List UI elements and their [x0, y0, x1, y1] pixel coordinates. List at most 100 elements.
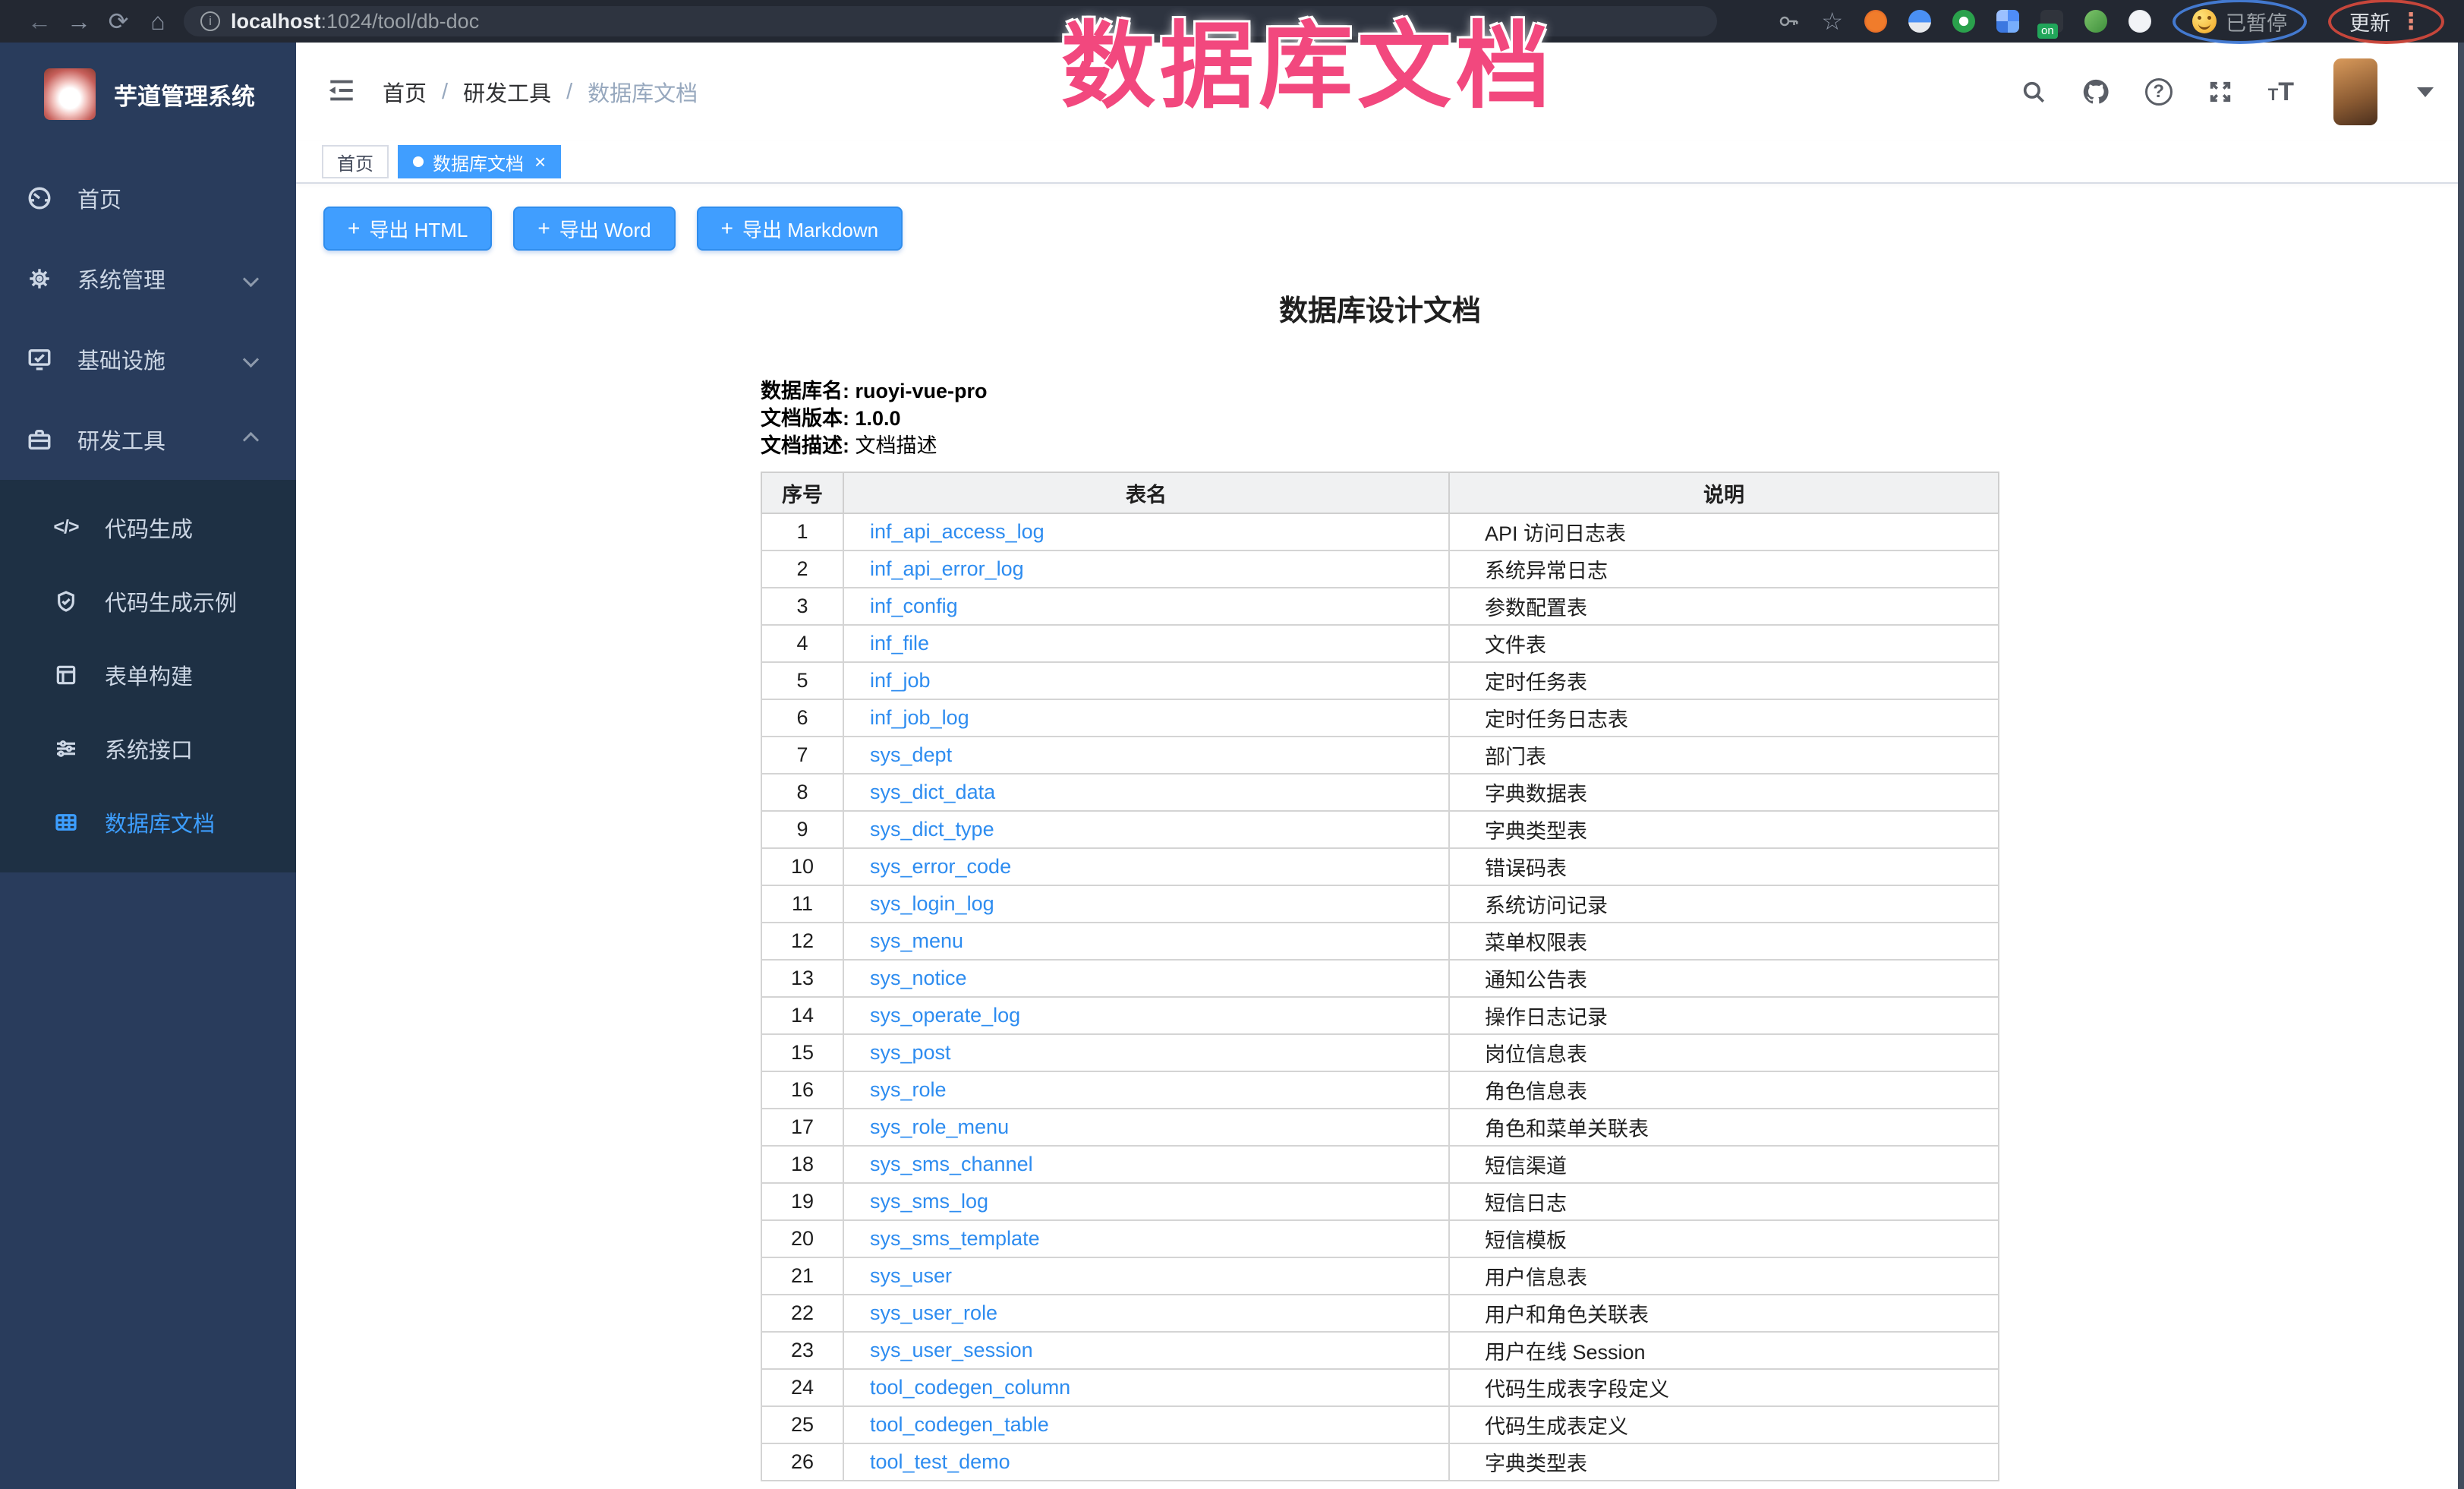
- extension-icon[interactable]: [1908, 10, 1931, 33]
- table-name-link[interactable]: tool_test_demo: [870, 1450, 1010, 1473]
- breadcrumb-home[interactable]: 首页: [383, 76, 427, 108]
- site-info-icon[interactable]: i: [200, 11, 220, 31]
- table-name-link[interactable]: tool_codegen_table: [870, 1413, 1049, 1436]
- table-name-link[interactable]: sys_role: [870, 1078, 947, 1101]
- export-html-button[interactable]: + 导出 HTML: [323, 207, 492, 251]
- table-row: 6 inf_job_log 定时任务日志表: [761, 699, 1999, 737]
- table-name-link[interactable]: sys_dict_type: [870, 818, 994, 841]
- extension-icon[interactable]: [1996, 10, 2019, 33]
- browser-forward-icon[interactable]: →: [59, 8, 99, 36]
- table-name-link[interactable]: sys_user_session: [870, 1339, 1033, 1361]
- profile-chip[interactable]: 已暂停: [2192, 7, 2287, 36]
- table-name-link[interactable]: sys_operate_log: [870, 1004, 1020, 1027]
- url-host: localhost: [231, 10, 321, 33]
- table-name-link[interactable]: sys_menu: [870, 929, 963, 952]
- table-row: 19 sys_sms_log 短信日志: [761, 1183, 1999, 1220]
- row-number: 10: [761, 848, 843, 885]
- browser-update-button[interactable]: 更新: [2349, 7, 2390, 36]
- table-desc: 短信模板: [1449, 1220, 1999, 1257]
- chevron-down-icon[interactable]: [2417, 87, 2434, 97]
- plus-icon: +: [721, 216, 733, 241]
- extension-icon[interactable]: on: [2040, 10, 2063, 33]
- table-name-link[interactable]: inf_job: [870, 669, 931, 692]
- browser-home-icon[interactable]: ⌂: [138, 8, 178, 36]
- sidebar-item-codegen-demo[interactable]: 代码生成示例: [0, 564, 296, 638]
- extension-icon[interactable]: [1864, 10, 1887, 33]
- plus-icon: +: [537, 216, 550, 241]
- github-icon[interactable]: [2081, 77, 2110, 106]
- export-word-button[interactable]: + 导出 Word: [513, 207, 675, 251]
- table-name-link[interactable]: inf_file: [870, 632, 929, 655]
- table-name-link[interactable]: inf_api_access_log: [870, 520, 1045, 543]
- sidebar-item-db-doc[interactable]: 数据库文档: [0, 785, 296, 859]
- table-name-link[interactable]: sys_user: [870, 1264, 952, 1287]
- table-name-link[interactable]: sys_post: [870, 1041, 951, 1064]
- key-icon[interactable]: [1777, 10, 1800, 33]
- tables-index-table: 序号 表名 说明 1 inf_api_access_log API 访问日志表: [761, 472, 1999, 1481]
- table-row: 24 tool_codegen_column 代码生成表字段定义: [761, 1369, 1999, 1406]
- tab-label: 数据库文档: [433, 149, 524, 175]
- sidebar-item-system[interactable]: 系统管理: [0, 238, 296, 319]
- table-row: 1 inf_api_access_log API 访问日志表: [761, 513, 1999, 550]
- export-markdown-button[interactable]: + 导出 Markdown: [697, 207, 903, 251]
- row-number: 13: [761, 960, 843, 997]
- tab-home[interactable]: 首页: [322, 145, 389, 178]
- text-size-icon[interactable]: TT: [2268, 77, 2294, 107]
- sidebar-item-home[interactable]: 首页: [0, 158, 296, 238]
- search-icon[interactable]: [2021, 79, 2047, 105]
- help-icon[interactable]: ?: [2145, 78, 2173, 106]
- table-name-link[interactable]: inf_api_error_log: [870, 557, 1024, 580]
- breadcrumb-separator: /: [442, 80, 448, 105]
- row-number: 2: [761, 550, 843, 588]
- breadcrumb-devtools[interactable]: 研发工具: [463, 76, 551, 108]
- table-name-link[interactable]: sys_role_menu: [870, 1115, 1009, 1138]
- tab-db-doc[interactable]: 数据库文档 ×: [398, 145, 561, 178]
- sidebar-item-api[interactable]: 系统接口: [0, 711, 296, 785]
- extension-icon[interactable]: [1952, 10, 1975, 33]
- table-name-link[interactable]: inf_job_log: [870, 706, 969, 729]
- avatar[interactable]: [2333, 58, 2377, 125]
- browser-reload-icon[interactable]: ⟳: [99, 7, 138, 36]
- table-name-link[interactable]: sys_sms_log: [870, 1190, 988, 1213]
- table-name-link[interactable]: sys_error_code: [870, 855, 1011, 878]
- extension-icon[interactable]: [2084, 10, 2107, 33]
- breadcrumb-current: 数据库文档: [588, 76, 698, 108]
- browser-back-icon[interactable]: ←: [20, 8, 59, 36]
- table-desc: 菜单权限表: [1449, 923, 1999, 960]
- devtools-submenu: </> 代码生成 代码生成示例 表单构建 系统接口: [0, 480, 296, 872]
- meta-label: 文档描述:: [761, 434, 849, 457]
- profile-paused-label: 已暂停: [2226, 7, 2287, 36]
- row-number: 3: [761, 588, 843, 625]
- table-icon: [53, 809, 79, 835]
- main-area: 首页 / 研发工具 / 数据库文档 ? TT 首页 数据库文档 × + 导出: [296, 43, 2464, 1489]
- browser-menu-icon[interactable]: ⋮: [2399, 8, 2423, 35]
- table-name-link[interactable]: sys_login_log: [870, 892, 994, 915]
- code-icon: </>: [53, 515, 79, 541]
- row-number: 14: [761, 997, 843, 1034]
- sidebar-collapse-icon[interactable]: [326, 77, 357, 108]
- col-header-name: 表名: [843, 472, 1449, 513]
- table-name-link[interactable]: tool_codegen_column: [870, 1376, 1070, 1399]
- bookmark-star-icon[interactable]: ☆: [1821, 7, 1843, 36]
- annotation-ellipse-red: 更新 ⋮: [2328, 0, 2444, 44]
- row-number: 4: [761, 625, 843, 662]
- table-name-link[interactable]: sys_user_role: [870, 1301, 997, 1324]
- table-name-link[interactable]: inf_config: [870, 595, 958, 617]
- table-name-link[interactable]: sys_dept: [870, 743, 952, 766]
- sidebar-item-devtools[interactable]: 研发工具: [0, 399, 296, 480]
- sidebar-item-form-builder[interactable]: 表单构建: [0, 638, 296, 711]
- extension-icon[interactable]: [2128, 10, 2151, 33]
- sidebar-item-infra[interactable]: 基础设施: [0, 319, 296, 399]
- meta-label: 数据库名:: [761, 380, 849, 402]
- table-desc: 参数配置表: [1449, 588, 1999, 625]
- app-logo-row[interactable]: 芋道管理系统: [0, 43, 296, 131]
- meta-value: 1.0.0: [855, 407, 901, 430]
- fullscreen-icon[interactable]: [2207, 79, 2233, 105]
- table-name-link[interactable]: sys_notice: [870, 967, 967, 989]
- table-name-link[interactable]: sys_sms_template: [870, 1227, 1040, 1250]
- table-name-link[interactable]: sys_sms_channel: [870, 1153, 1033, 1175]
- sidebar-item-codegen[interactable]: </> 代码生成: [0, 491, 296, 564]
- scrollbar[interactable]: [2458, 43, 2464, 1489]
- close-icon[interactable]: ×: [534, 152, 546, 172]
- table-name-link[interactable]: sys_dict_data: [870, 781, 995, 803]
